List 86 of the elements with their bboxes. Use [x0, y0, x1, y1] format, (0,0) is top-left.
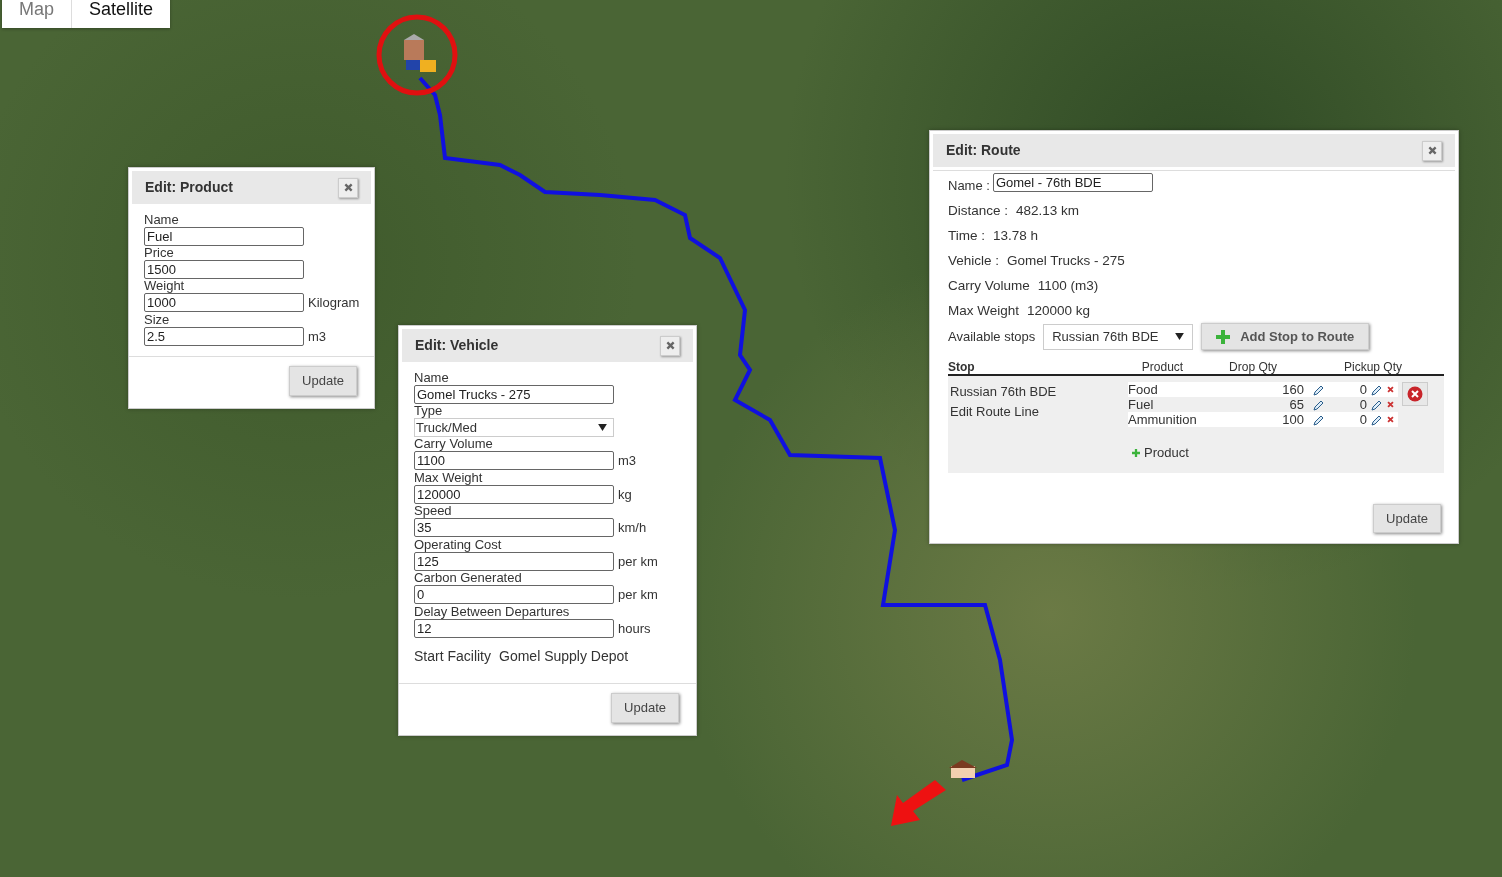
add-stop-button[interactable]: Add Stop to Route — [1201, 323, 1370, 350]
input-field[interactable]: 2.5 — [144, 326, 304, 346]
unit-label: per km — [618, 552, 658, 571]
field-label: Speed — [414, 504, 453, 518]
input-field[interactable]: 12 — [414, 618, 614, 638]
field-label: Distance : — [948, 202, 1009, 220]
pickup-qty: 0 — [1358, 412, 1367, 428]
field-label: Size — [144, 312, 171, 327]
caret-icon — [1175, 333, 1185, 340]
input-field[interactable]: 1500 — [144, 260, 304, 279]
delete-icon[interactable] — [1387, 386, 1394, 394]
field-label: Carbon Generated — [414, 571, 523, 585]
pickup-qty: 0 — [1358, 397, 1367, 413]
dialog-title: Edit: Route — [946, 141, 1021, 160]
field-value: Gomel Trucks - 275 — [1007, 252, 1125, 270]
update-button[interactable]: Update — [611, 693, 679, 723]
field-label: Max Weight — [414, 470, 484, 485]
field-label: Operating Cost — [414, 537, 503, 552]
stop-name: Russian 76th BDE — [950, 383, 1058, 401]
field-value: 120000 kg — [1027, 302, 1091, 320]
input-field[interactable]: Gomel Trucks - 275 — [414, 385, 614, 404]
depot-truck-icon[interactable] — [404, 34, 436, 72]
field-label: Weight — [144, 279, 186, 293]
unit-label: Kilogram — [308, 294, 360, 312]
input-field[interactable]: 120000 — [414, 484, 614, 504]
input-field[interactable]: 1000 — [144, 293, 304, 313]
drop-qty: 160 — [1281, 382, 1304, 398]
field-label: Name — [144, 213, 180, 227]
input-field[interactable]: 1100 — [414, 451, 614, 471]
field-label: Carry Volume — [948, 277, 1030, 295]
arrow-icon — [891, 780, 946, 826]
close-icon — [665, 341, 675, 350]
input-field[interactable]: Fuel — [144, 227, 304, 246]
input-field[interactable]: 0 — [414, 585, 614, 605]
close-button[interactable] — [338, 177, 358, 198]
field-value: 1100 (m3) — [1037, 277, 1099, 295]
field-label: Price — [144, 246, 175, 260]
input-field[interactable]: 125 — [414, 551, 614, 571]
caret-icon — [598, 424, 607, 431]
building-icon[interactable] — [949, 760, 977, 778]
field-value: Gomel Supply Depot — [499, 647, 629, 666]
unit-label: m3 — [308, 327, 327, 346]
close-icon — [343, 183, 353, 192]
stop-dropdown[interactable]: Russian 76th BDE — [1043, 323, 1194, 350]
product-name: Food — [1128, 382, 1159, 398]
pickup-qty: 0 — [1358, 382, 1367, 398]
field-label: Max Weight — [948, 302, 1020, 320]
field-label: Start Facility — [414, 647, 491, 666]
field-label: Name : — [948, 177, 990, 195]
input-field[interactable]: 35 — [414, 518, 614, 538]
field-label: Name — [414, 371, 450, 385]
product-name: Ammunition — [1128, 412, 1198, 428]
field-label: Carry Volume — [414, 437, 494, 451]
unit-label: kg — [618, 485, 632, 504]
delete-icon[interactable] — [1387, 401, 1394, 409]
field-label: Vehicle : — [948, 252, 1000, 270]
update-button[interactable]: Update — [1373, 503, 1441, 534]
remove-stop-button[interactable] — [1402, 382, 1428, 406]
plus-icon — [1132, 448, 1140, 457]
update-button[interactable]: Update — [289, 366, 357, 396]
map-type-tab[interactable]: Satellite — [71, 0, 171, 28]
close-icon — [1427, 146, 1437, 155]
dialog-title: Edit: Vehicle — [415, 336, 499, 355]
field-label: Time : — [948, 227, 985, 245]
add-product-link[interactable]: Product — [1132, 443, 1189, 463]
dialog-title: Edit: Product — [145, 178, 233, 197]
field-value: 482.13 km — [1016, 202, 1080, 220]
input-field[interactable]: Gomel - 76th BDE — [992, 173, 1153, 192]
edit-route-line-link[interactable]: Edit Route Line — [950, 403, 1039, 419]
field-label: Type — [414, 404, 444, 418]
delete-icon[interactable] — [1387, 416, 1394, 424]
drop-qty: 65 — [1288, 397, 1304, 413]
unit-label: hours — [618, 619, 651, 638]
close-button[interactable] — [660, 335, 680, 356]
product-name: Fuel — [1128, 397, 1155, 413]
field-label: Delay Between Departures — [414, 604, 571, 619]
unit-label: per km — [618, 586, 658, 604]
field-label: Available stops — [948, 327, 1036, 346]
unit-label: m3 — [618, 452, 637, 470]
type-dropdown[interactable]: Truck/Med — [414, 418, 614, 437]
close-button[interactable] — [1422, 140, 1442, 161]
field-value: 13.78 h — [993, 227, 1039, 245]
drop-qty: 100 — [1281, 412, 1304, 428]
unit-label: km/h — [618, 519, 647, 537]
map-type-tab[interactable]: Map — [2, 0, 71, 28]
plus-icon — [1216, 329, 1231, 344]
